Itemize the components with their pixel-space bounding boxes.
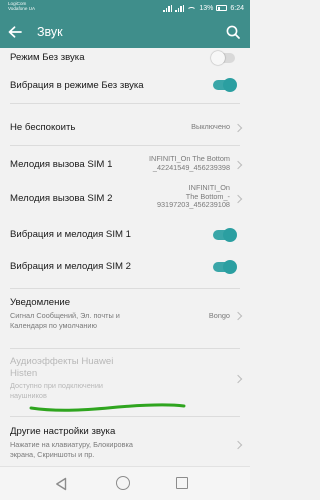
setting-vibrate-ringtone-sim1[interactable]: Вибрация и мелодия SIM 1 (0, 220, 250, 250)
page-title: Звук (37, 25, 63, 39)
setting-label: Вибрация и мелодия SIM 2 (10, 261, 131, 272)
setting-ringtone-sim2[interactable]: Мелодия вызова SIM 2 INFINITI_On The Bot… (0, 180, 250, 220)
annotation-underline (29, 403, 186, 412)
toggle-knob (211, 51, 225, 65)
search-icon (226, 25, 240, 39)
setting-other-sounds[interactable]: Другие настройки звука Нажатие на клавиа… (0, 420, 250, 466)
setting-label: Мелодия вызова SIM 2 (10, 193, 113, 204)
battery-percent: 13% (199, 4, 214, 12)
setting-label: Аудиоэффекты Huawei Histen (10, 356, 113, 380)
chevron-right-icon (233, 374, 243, 384)
toggle-knob (223, 260, 237, 274)
chevron-right-icon (233, 160, 243, 170)
toggle-knob (223, 78, 237, 92)
vibrate-silent-toggle[interactable] (213, 78, 237, 92)
setting-value: INFINITI_On The Bottom_- 93197203_456239… (156, 183, 230, 210)
setting-description: Сигнал Сообщений, Эл. почты и Календаря … (10, 311, 120, 330)
ringtone-name-line2: _42241549_456239398 (152, 162, 230, 172)
setting-description: Нажатие на клавиатуру, Блокировка экрана… (10, 440, 133, 459)
label-line2: Histen (10, 368, 38, 379)
app-toolbar: Звук (0, 17, 250, 48)
arrow-left-icon (8, 26, 22, 38)
status-bar: LogiCom Vodafone UA 13% 6:24 (0, 0, 250, 17)
setting-value: Выключено (191, 122, 230, 131)
divider (10, 145, 240, 146)
setting-label: Другие настройки звука (10, 426, 116, 437)
divider (10, 103, 240, 104)
battery-icon (216, 5, 228, 11)
signal-2-icon (175, 4, 185, 12)
setting-label: Вибрация в режиме Без звука (10, 80, 144, 91)
setting-notification[interactable]: Уведомление Сигнал Сообщений, Эл. почты … (0, 292, 250, 346)
setting-label: Не беспокоить (10, 122, 76, 133)
carrier-name-2: Vodafone UA (8, 6, 36, 12)
label-line1: Аудиоэффекты Huawei (10, 356, 114, 367)
setting-silent-mode[interactable]: Режим Без звука (0, 48, 250, 68)
chevron-right-icon (233, 123, 243, 133)
setting-value: Bongo (208, 311, 230, 320)
description-line1: Сигнал Сообщений, Эл. почты и (10, 311, 120, 320)
chevron-right-icon (233, 194, 243, 204)
setting-vibrate-silent[interactable]: Вибрация в режиме Без звука (0, 68, 250, 102)
search-button[interactable] (222, 21, 244, 43)
divider (10, 288, 240, 289)
back-button[interactable] (4, 21, 26, 43)
chevron-right-icon (233, 311, 243, 321)
vibrate-sim2-toggle[interactable] (213, 260, 237, 274)
toggle-knob (223, 228, 237, 242)
navigation-bar (0, 466, 250, 500)
clock: 6:24 (230, 4, 244, 12)
setting-ringtone-sim1[interactable]: Мелодия вызова SIM 1 INFINITI_On The Bot… (0, 150, 250, 180)
nav-home-icon[interactable] (116, 476, 130, 490)
setting-label: Вибрация и мелодия SIM 1 (10, 229, 131, 240)
description-line2: Календаря по умолчанию (10, 320, 97, 330)
nav-back-icon[interactable] (55, 477, 67, 491)
silent-mode-toggle[interactable] (211, 51, 235, 65)
chevron-right-icon (233, 440, 243, 450)
ringtone-name-line3: 93197203_456239108 (156, 200, 230, 210)
setting-value: INFINITI_On The Bottom _42241549_4562393… (149, 154, 230, 172)
setting-label: Режим Без звука (10, 52, 85, 63)
description-line1: Доступно при подключении (10, 381, 103, 390)
nav-recent-apps-icon[interactable] (176, 477, 188, 489)
vibrate-sim1-toggle[interactable] (213, 228, 237, 242)
wifi-icon (187, 6, 197, 14)
divider (10, 348, 240, 349)
setting-do-not-disturb[interactable]: Не беспокоить Выключено (0, 110, 250, 146)
description-line2: экрана, Скриншоты и пр. (10, 449, 95, 459)
description-line1: Нажатие на клавиатуру, Блокировка (10, 440, 133, 449)
setting-label: Уведомление (10, 297, 71, 308)
setting-label: Мелодия вызова SIM 1 (10, 159, 113, 170)
divider (10, 416, 240, 417)
signal-icon (163, 4, 173, 12)
carrier-info: LogiCom Vodafone UA (8, 1, 35, 12)
setting-vibrate-ringtone-sim2[interactable]: Вибрация и мелодия SIM 2 (0, 250, 250, 284)
